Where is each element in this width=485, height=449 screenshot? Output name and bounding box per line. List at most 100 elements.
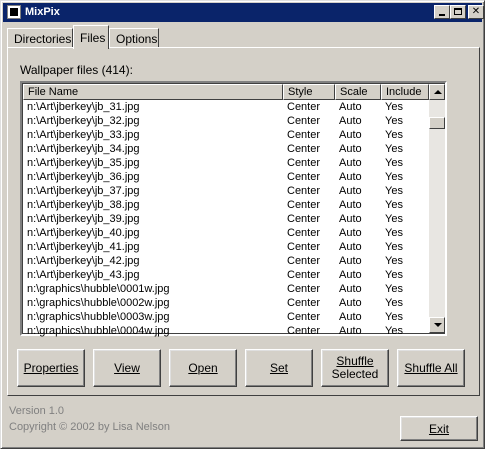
column-header-file-name[interactable]: File Name: [23, 84, 283, 100]
close-button[interactable]: ✕: [468, 5, 484, 19]
table-row[interactable]: n:\Art\jberkey\jb_40.jpg Center Auto Yes: [23, 226, 429, 240]
column-header-style[interactable]: Style: [283, 84, 335, 100]
cell-scale: Auto: [339, 269, 362, 281]
cell-file-name: n:\Art\jberkey\jb_40.jpg: [27, 227, 140, 239]
cell-file-name: n:\Art\jberkey\jb_35.jpg: [27, 157, 140, 169]
set-button-label: Set: [269, 360, 288, 375]
arrow-down-icon: [434, 323, 442, 327]
cell-file-name: n:\graphics\hubble\0002w.jpg: [27, 297, 170, 309]
cell-scale: Auto: [339, 143, 362, 155]
cell-include: Yes: [385, 171, 403, 183]
cell-scale: Auto: [339, 227, 362, 239]
cell-include: Yes: [385, 101, 403, 113]
set-button[interactable]: Set: [245, 349, 313, 387]
cell-style: Center: [287, 129, 321, 141]
maximize-button[interactable]: [450, 5, 466, 19]
cell-include: Yes: [385, 311, 403, 323]
scroll-down-button[interactable]: [429, 317, 445, 333]
table-row[interactable]: n:\graphics\hubble\0001w.jpg Center Auto Ye…: [23, 282, 429, 296]
table-row[interactable]: n:\graphics\hubble\0002w.jpg Center Auto Ye…: [23, 296, 429, 310]
cell-scale: Auto: [339, 283, 362, 295]
shuffle-selected-button[interactable]: Shuffle Selected: [321, 349, 389, 387]
cell-style: Center: [287, 143, 321, 155]
view-button[interactable]: View: [93, 349, 161, 387]
title-bar[interactable]: MixPix ✕: [3, 3, 484, 22]
cell-scale: Auto: [339, 241, 362, 253]
cell-scale: Auto: [339, 185, 362, 197]
shuffle-all-button-label: Shuffle All: [404, 360, 458, 375]
cell-scale: Auto: [339, 297, 362, 309]
cell-style: Center: [287, 325, 321, 337]
view-button-label: View: [114, 360, 140, 375]
cell-style: Center: [287, 269, 321, 281]
vertical-scrollbar[interactable]: [429, 84, 445, 333]
table-row[interactable]: n:\Art\jberkey\jb_42.jpg Center Auto Yes: [23, 254, 429, 268]
cell-style: Center: [287, 101, 321, 113]
version-text: Version 1.0: [9, 405, 65, 417]
cell-style: Center: [287, 157, 321, 169]
table-row[interactable]: n:\Art\jberkey\jb_32.jpg Center Auto Yes: [23, 114, 429, 128]
tab-directories[interactable]: Directories: [7, 28, 73, 48]
app-icon[interactable]: [7, 5, 21, 19]
wallpaper-files-list[interactable]: File Name Style Scale Include n:\Art\jbe…: [20, 81, 447, 338]
cell-file-name: n:\Art\jberkey\jb_42.jpg: [27, 255, 140, 267]
table-row[interactable]: n:\Art\jberkey\jb_34.jpg Center Auto Yes: [23, 142, 429, 156]
column-header-include[interactable]: Include: [381, 84, 429, 100]
shuffle-all-button[interactable]: Shuffle All: [397, 349, 465, 387]
table-row[interactable]: n:\Art\jberkey\jb_31.jpg Center Auto Yes: [23, 100, 429, 114]
minimize-button[interactable]: [434, 5, 450, 19]
cell-style: Center: [287, 115, 321, 127]
cell-file-name: n:\Art\jberkey\jb_38.jpg: [27, 199, 140, 211]
scroll-up-button[interactable]: [429, 84, 445, 100]
tab-options[interactable]: Options: [109, 28, 159, 48]
maximize-icon: [454, 8, 462, 15]
column-header-scale[interactable]: Scale: [335, 84, 381, 100]
cell-include: Yes: [385, 227, 403, 239]
table-row[interactable]: n:\Art\jberkey\jb_36.jpg Center Auto Yes: [23, 170, 429, 184]
table-row[interactable]: n:\Art\jberkey\jb_38.jpg Center Auto Yes: [23, 198, 429, 212]
cell-scale: Auto: [339, 171, 362, 183]
scroll-thumb[interactable]: [429, 117, 445, 129]
shuffle-selected-label: Shuffle Selected: [332, 355, 379, 381]
cell-scale: Auto: [339, 255, 362, 267]
cell-file-name: n:\Art\jberkey\jb_34.jpg: [27, 143, 140, 155]
cell-file-name: n:\graphics\hubble\0001w.jpg: [27, 283, 170, 295]
table-row[interactable]: n:\Art\jberkey\jb_37.jpg Center Auto Yes: [23, 184, 429, 198]
cell-style: Center: [287, 255, 321, 267]
cell-include: Yes: [385, 157, 403, 169]
cell-style: Center: [287, 171, 321, 183]
shuffle-selected-label-line2: Selected: [331, 367, 379, 381]
window-title: MixPix: [25, 6, 60, 18]
cell-include: Yes: [385, 255, 403, 267]
table-row[interactable]: n:\Art\jberkey\jb_43.jpg Center Auto Yes: [23, 268, 429, 282]
cell-file-name: n:\Art\jberkey\jb_37.jpg: [27, 185, 140, 197]
cell-style: Center: [287, 185, 321, 197]
table-row[interactable]: n:\graphics\hubble\0004w.jpg Center Auto Ye…: [23, 324, 429, 338]
open-button[interactable]: Open: [169, 349, 237, 387]
cell-file-name: n:\Art\jberkey\jb_43.jpg: [27, 269, 140, 281]
cell-include: Yes: [385, 185, 403, 197]
cell-file-name: n:\Art\jberkey\jb_32.jpg: [27, 115, 140, 127]
tab-files[interactable]: Files: [73, 25, 109, 49]
cell-include: Yes: [385, 297, 403, 309]
minimize-icon: [439, 14, 445, 16]
mixpix-window: MixPix ✕ Directories Files Options Wallp…: [0, 0, 485, 449]
cell-file-name: n:\graphics\hubble\0003w.jpg: [27, 311, 170, 323]
cell-scale: Auto: [339, 157, 362, 169]
exit-button[interactable]: Exit: [400, 416, 478, 441]
table-row[interactable]: n:\Art\jberkey\jb_33.jpg Center Auto Yes: [23, 128, 429, 142]
cell-style: Center: [287, 297, 321, 309]
shuffle-selected-label-line1: Shuffle: [336, 354, 374, 368]
table-row[interactable]: n:\Art\jberkey\jb_41.jpg Center Auto Yes: [23, 240, 429, 254]
exit-button-label: Exit: [428, 421, 449, 436]
properties-button[interactable]: Properties: [17, 349, 85, 387]
cell-file-name: n:\graphics\hubble\0004w.jpg: [27, 325, 170, 337]
list-header: File Name Style Scale Include: [23, 84, 429, 100]
cell-scale: Auto: [339, 101, 362, 113]
table-row[interactable]: n:\Art\jberkey\jb_35.jpg Center Auto Yes: [23, 156, 429, 170]
table-row[interactable]: n:\Art\jberkey\jb_39.jpg Center Auto Yes: [23, 212, 429, 226]
cell-scale: Auto: [339, 311, 362, 323]
table-row[interactable]: n:\graphics\hubble\0003w.jpg Center Auto Ye…: [23, 310, 429, 324]
cell-style: Center: [287, 311, 321, 323]
cell-file-name: n:\Art\jberkey\jb_36.jpg: [27, 171, 140, 183]
